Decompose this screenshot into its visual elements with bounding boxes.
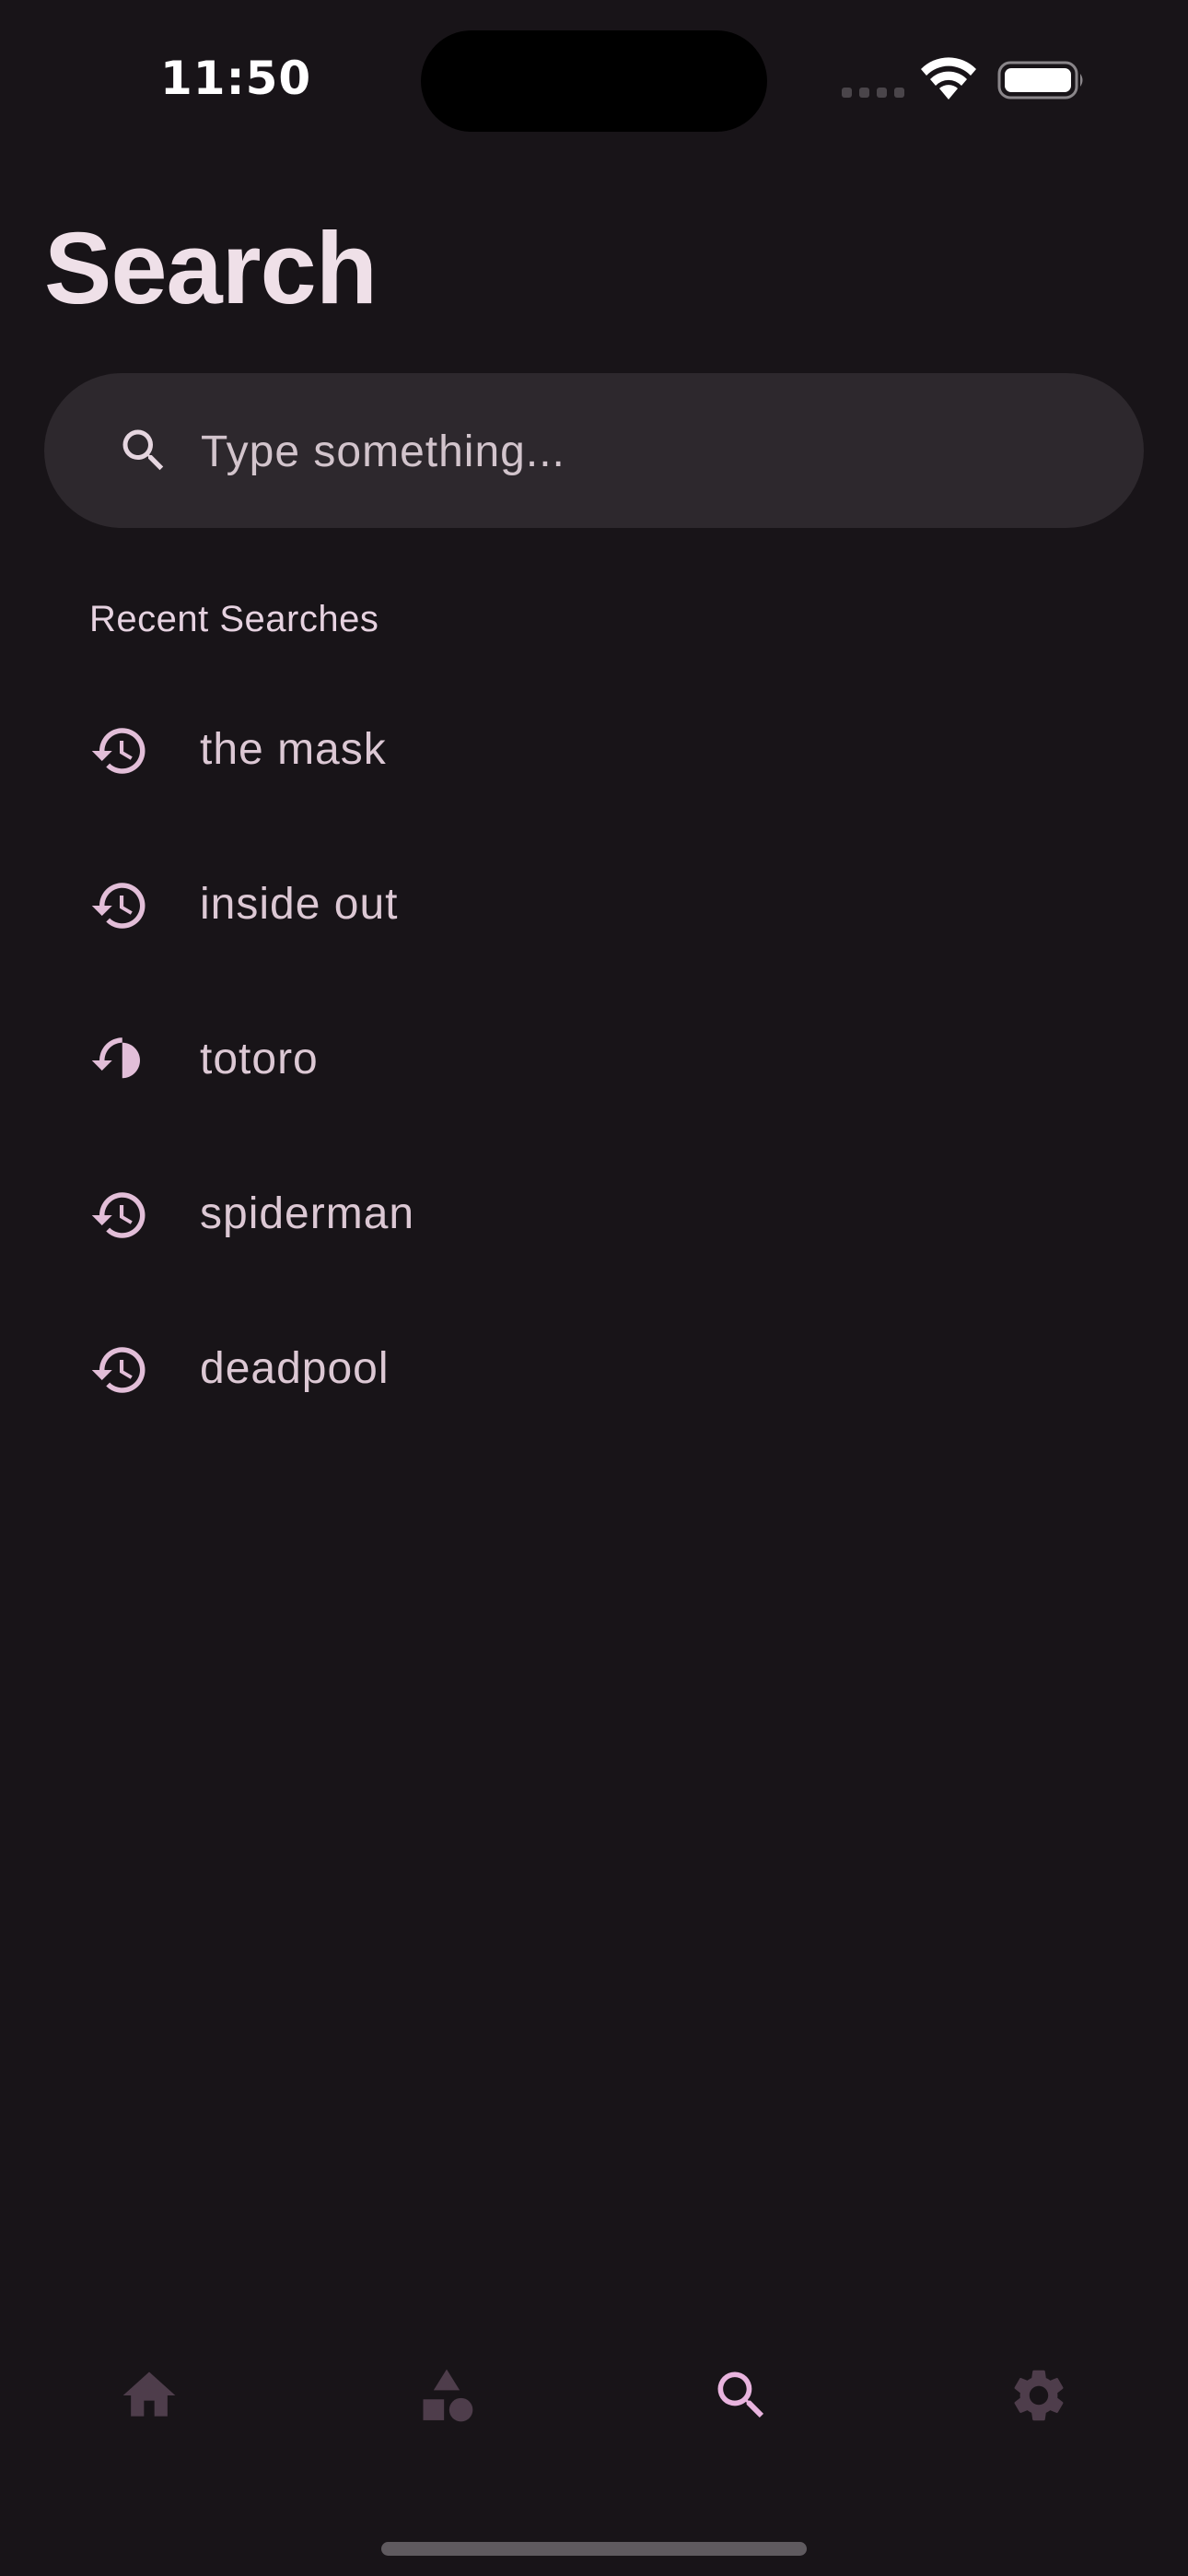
search-icon (122, 429, 164, 471)
status-time: 11:50 (160, 52, 312, 105)
history-icon (91, 883, 146, 929)
search-bar[interactable] (44, 373, 1144, 528)
wifi-icon (921, 57, 976, 100)
recent-search-item[interactable]: spiderman (0, 1137, 1188, 1292)
status-bar: 11:50 (0, 0, 1188, 157)
bottom-navigation (0, 2340, 1188, 2451)
recent-search-label: totoro (200, 1035, 319, 1083)
recent-searches-heading: Recent Searches (89, 599, 379, 639)
history-icon (91, 728, 146, 774)
dynamic-island (421, 30, 767, 132)
recent-search-label: deadpool (200, 1344, 390, 1393)
cellular-signal-icon (842, 88, 904, 98)
recent-search-item[interactable]: the mask (0, 673, 1188, 827)
recent-search-label: spiderman (200, 1189, 415, 1238)
gear-icon (1014, 2370, 1064, 2421)
home-indicator[interactable] (381, 2542, 807, 2556)
battery-icon (997, 61, 1083, 100)
recent-search-label: the mask (200, 725, 387, 774)
search-icon (717, 2371, 764, 2418)
recent-searches-list: the mask inside out totoro spiderman dea… (0, 673, 1188, 1446)
recent-search-label: inside out (200, 880, 399, 929)
history-icon (91, 1192, 146, 1238)
page-title: Search (44, 212, 378, 325)
recent-search-item[interactable]: totoro (0, 982, 1188, 1137)
nav-explore[interactable] (391, 2340, 502, 2451)
search-input[interactable] (199, 410, 1087, 493)
recent-search-item[interactable]: inside out (0, 827, 1188, 982)
nav-settings[interactable] (984, 2340, 1094, 2451)
home-icon (122, 2371, 176, 2417)
history-icon (91, 1347, 146, 1393)
nav-home[interactable] (94, 2340, 204, 2451)
recent-search-item[interactable]: deadpool (0, 1292, 1188, 1446)
nav-search[interactable] (686, 2340, 797, 2451)
shapes-icon (423, 2369, 473, 2422)
history-icon (91, 1037, 140, 1079)
